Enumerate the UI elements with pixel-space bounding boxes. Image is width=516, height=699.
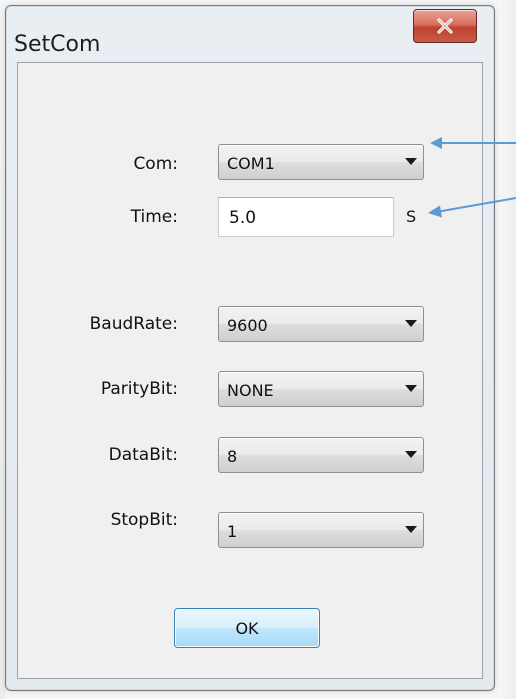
baudrate-select[interactable]: 9600 xyxy=(218,306,424,342)
ok-button[interactable]: OK xyxy=(174,608,320,648)
close-button[interactable] xyxy=(413,9,477,43)
baudrate-label: BaudRate: xyxy=(89,314,178,334)
close-icon xyxy=(436,18,454,34)
setcom-dialog: SetCom Com: COM1 Time: 5.0 S BaudRate: 9… xyxy=(5,5,495,691)
paritybit-select[interactable]: NONE xyxy=(218,371,424,407)
paritybit-label: ParityBit: xyxy=(100,379,178,399)
com-select-value: COM1 xyxy=(227,154,275,173)
stopbit-label: StopBit: xyxy=(110,510,178,530)
baudrate-select-value: 9600 xyxy=(227,316,268,335)
stopbit-select[interactable]: 1 xyxy=(218,512,424,548)
time-input-value: 5.0 xyxy=(229,208,257,228)
chevron-down-icon xyxy=(405,158,417,165)
dialog-client-area: Com: COM1 Time: 5.0 S BaudRate: 9600 Par… xyxy=(17,62,483,679)
ok-button-label: OK xyxy=(235,618,259,638)
time-input[interactable]: 5.0 xyxy=(218,197,394,237)
window-title: SetCom xyxy=(14,32,101,57)
chevron-down-icon xyxy=(405,385,417,392)
chevron-down-icon xyxy=(405,320,417,327)
databit-label: DataBit: xyxy=(108,445,178,465)
title-bar[interactable]: SetCom xyxy=(6,6,494,62)
paritybit-select-value: NONE xyxy=(227,381,274,400)
time-label: Time: xyxy=(130,207,178,227)
time-unit-label: S xyxy=(406,207,417,226)
com-label: Com: xyxy=(133,154,178,174)
com-select[interactable]: COM1 xyxy=(218,144,424,180)
chevron-down-icon xyxy=(405,526,417,533)
chevron-down-icon xyxy=(405,451,417,458)
stopbit-select-value: 1 xyxy=(227,522,238,541)
background-right xyxy=(498,0,516,699)
databit-select-value: 8 xyxy=(227,447,238,466)
databit-select[interactable]: 8 xyxy=(218,437,424,473)
